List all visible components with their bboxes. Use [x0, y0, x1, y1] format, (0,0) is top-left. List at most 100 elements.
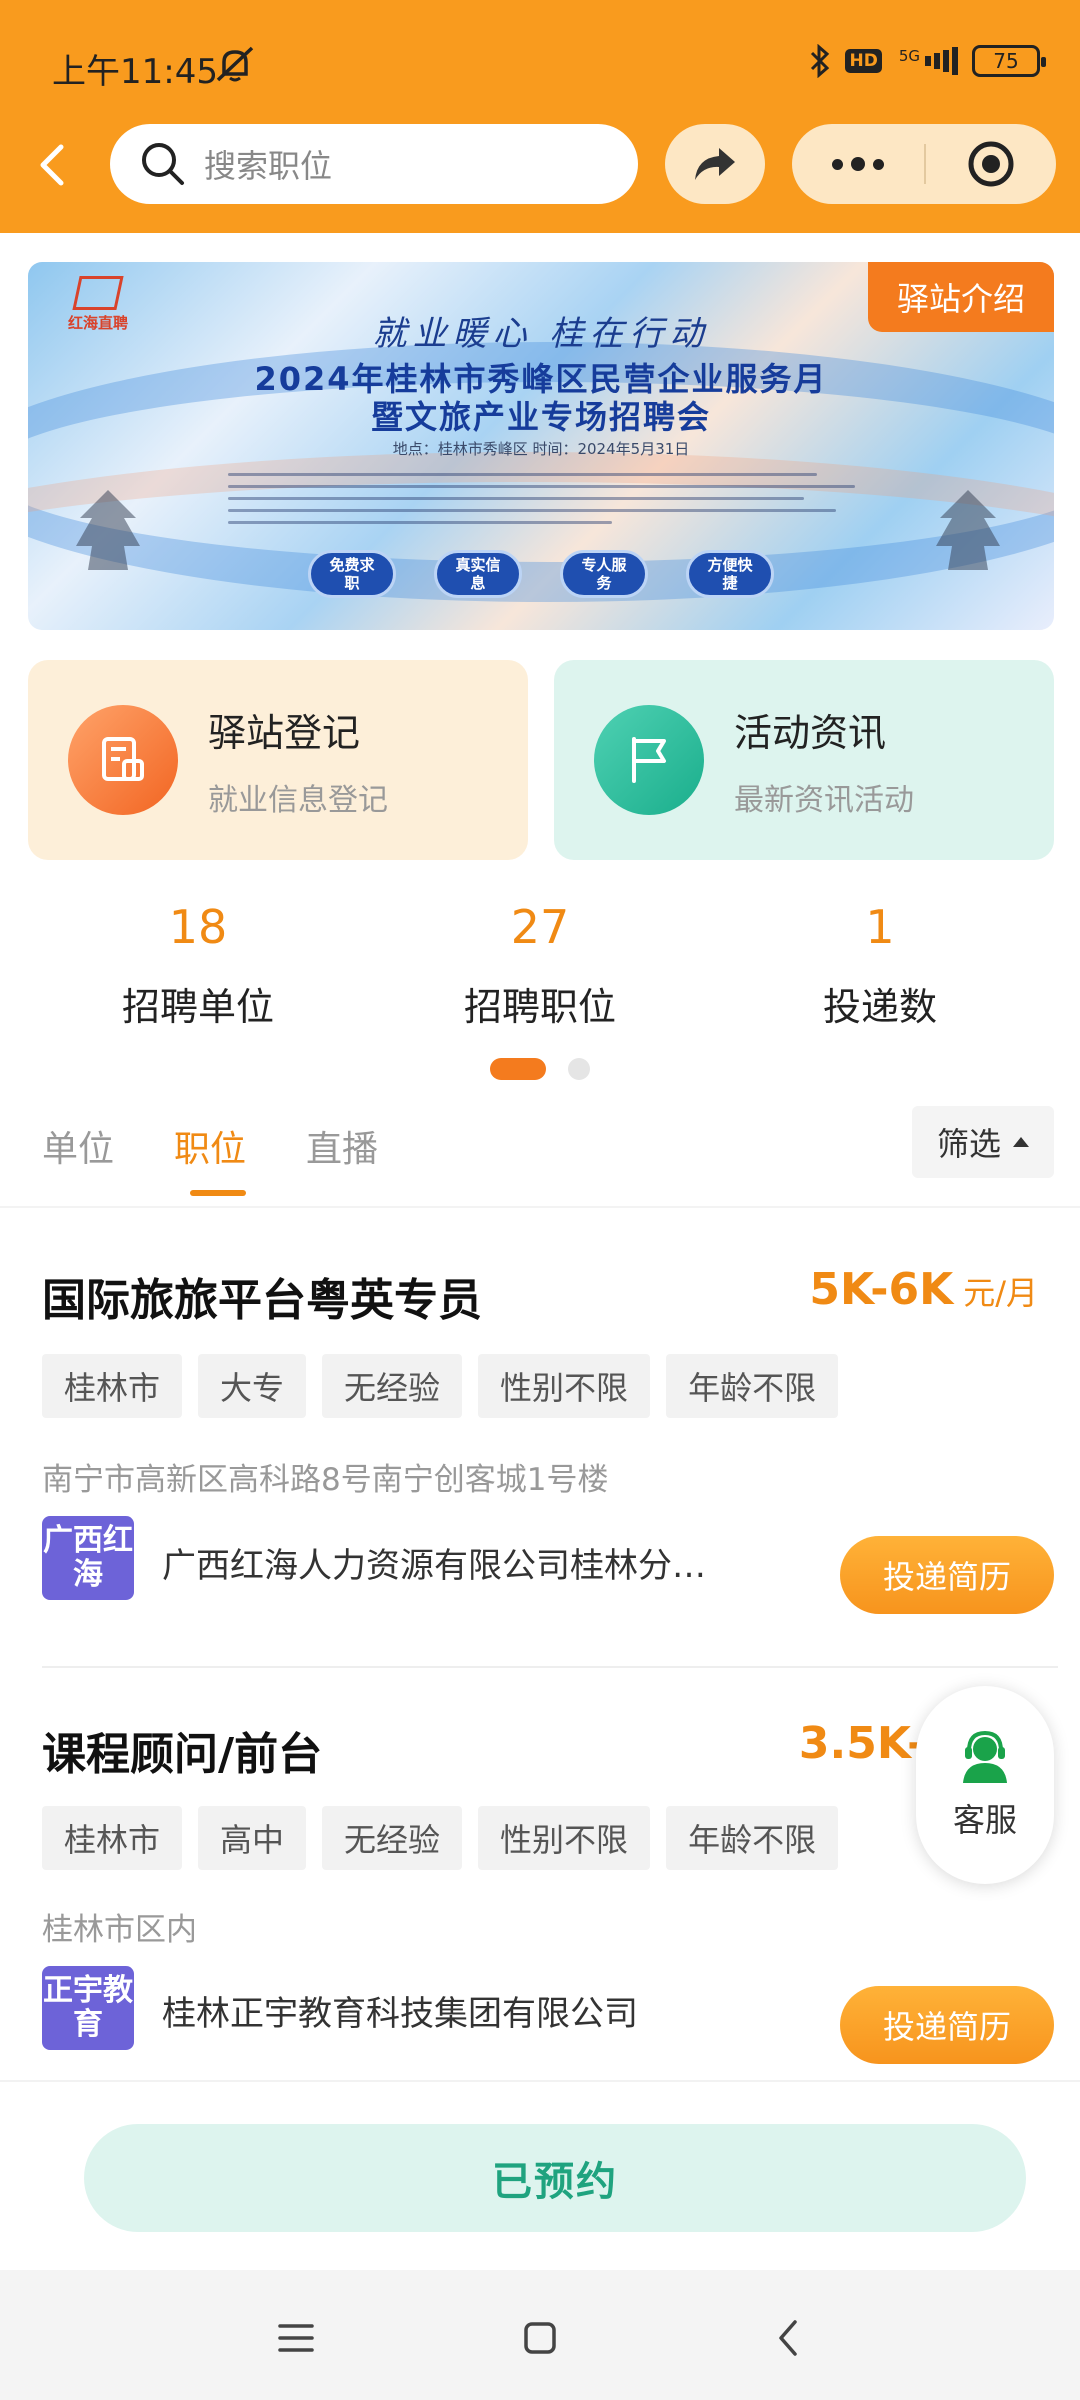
bottom-action-area: 已预约	[0, 2080, 1080, 2272]
stat-label: 招聘单位	[121, 985, 274, 1029]
card-subtitle: 就业信息登记	[208, 782, 388, 818]
tab-positions[interactable]: 职位	[174, 1120, 246, 1172]
register-icon	[68, 705, 178, 815]
stat-value: 27	[510, 900, 570, 954]
banner-badge: 专人服务	[560, 550, 648, 598]
job-tag: 性别不限	[478, 1806, 651, 1870]
company-name: 桂林正宇教育科技集团有限公司	[162, 1994, 638, 2034]
banner-badges: 免费求职 真实信息 专人服务 方便快捷	[28, 550, 1054, 598]
job-title: 课程顾问/前台	[42, 1729, 323, 1780]
card-subtitle: 最新资讯活动	[734, 782, 914, 818]
job-tag: 高中	[198, 1806, 307, 1870]
apply-button[interactable]: 投递简历	[840, 1986, 1054, 2064]
search-icon	[142, 143, 184, 185]
more-button[interactable]	[792, 157, 924, 171]
battery-level: 75	[993, 49, 1019, 73]
back-button[interactable]	[30, 135, 74, 195]
pager-dot	[568, 1058, 590, 1080]
home-button[interactable]	[510, 2308, 570, 2368]
hd-badge: HD	[845, 49, 882, 73]
filter-button[interactable]: 筛选	[912, 1106, 1054, 1178]
tab-active-indicator	[190, 1190, 246, 1196]
company-logo: 正宇教育	[42, 1966, 134, 2050]
banner-badge: 真实信息	[434, 550, 522, 598]
filter-label: 筛选	[936, 1125, 1001, 1163]
salary-unit: 元/月	[963, 1274, 1038, 1312]
promo-banner[interactable]: 红海直聘 驿站介绍 就业暖心 桂在行动 2024年桂林市秀峰区民营企业服务月 暨…	[28, 262, 1054, 630]
job-tag: 年龄不限	[666, 1354, 839, 1418]
square-home-icon	[524, 2322, 556, 2354]
stat-value: 18	[168, 900, 228, 954]
share-arrow-icon	[695, 148, 735, 180]
back-arrow-icon	[40, 144, 64, 186]
banner-slogan: 就业暖心 桂在行动	[372, 314, 710, 354]
job-tags: 桂林市 高中 无经验 性别不限 年龄不限	[42, 1806, 839, 1870]
company-name: 广西红海人力资源有限公司桂林分…	[162, 1546, 706, 1586]
signal-icon: 5G	[896, 47, 958, 75]
search-input[interactable]: 搜索职位	[110, 124, 638, 204]
job-card[interactable]: 课程顾问/前台 3.5K-4 桂林市 高中 无经验 性别不限 年龄不限 桂林市区…	[0, 1668, 1080, 2080]
back-chevron-icon	[779, 2320, 797, 2356]
job-title: 国际旅旅平台粤英专员	[42, 1275, 482, 1326]
banner-subtitle: 暨文旅产业专场招聘会	[370, 398, 711, 436]
menu-lines-icon	[278, 2324, 314, 2352]
more-dot-icon	[832, 158, 843, 170]
job-tag: 桂林市	[42, 1354, 183, 1418]
tab-live[interactable]: 直播	[306, 1120, 378, 1172]
flag-icon	[632, 737, 666, 783]
stat-positions[interactable]: 27 招聘职位	[460, 900, 620, 1031]
job-address: 桂林市区内	[42, 1912, 197, 1948]
document-icon	[102, 737, 144, 781]
recent-apps-button[interactable]	[266, 2308, 326, 2368]
job-tags: 桂林市 大专 无经验 性别不限 年龄不限	[42, 1354, 839, 1418]
apply-button[interactable]: 投递简历	[840, 1536, 1054, 1614]
job-tag: 桂林市	[42, 1806, 183, 1870]
job-tag: 大专	[198, 1354, 307, 1418]
booked-button[interactable]: 已预约	[84, 2124, 1026, 2232]
job-card[interactable]: 国际旅旅平台粤英专员 5K-6K 元/月 桂林市 大专 无经验 性别不限 年龄不限…	[0, 1206, 1080, 1666]
job-salary: 5K-6K 元/月	[809, 1264, 1038, 1315]
news-icon	[594, 705, 704, 815]
stat-label: 投递数	[822, 985, 937, 1029]
job-tag: 无经验	[322, 1806, 463, 1870]
miniapp-capsule	[792, 124, 1056, 204]
system-nav-bar	[0, 2270, 1080, 2400]
job-tag: 年龄不限	[666, 1806, 839, 1870]
app-header: 上午11:45 HD 5G 75 搜索职位	[0, 0, 1080, 233]
target-circle-icon	[968, 141, 1014, 187]
battery-icon: 75	[972, 45, 1046, 77]
service-label: 客服	[952, 1801, 1017, 1839]
status-icons: HD 5G 75	[809, 44, 1046, 78]
pager-dot-active	[490, 1058, 546, 1080]
stat-submissions[interactable]: 1 投递数	[800, 900, 960, 1031]
bluetooth-icon	[811, 44, 830, 78]
headset-person-icon	[963, 1730, 1007, 1783]
close-miniapp-button[interactable]	[926, 139, 1056, 189]
brand-logo-icon	[72, 276, 124, 310]
search-placeholder: 搜索职位	[204, 147, 333, 185]
stat-label: 招聘职位	[463, 985, 616, 1029]
salary-range: 5K-6K	[809, 1264, 954, 1315]
customer-service-button[interactable]: 客服	[916, 1686, 1054, 1884]
job-address: 南宁市高新区高科路8号南宁创客城1号楼	[42, 1462, 609, 1498]
banner-badge: 方便快捷	[686, 550, 774, 598]
triangle-up-icon	[1013, 1137, 1029, 1147]
card-title: 活动资讯	[734, 710, 887, 755]
tab-companies[interactable]: 单位	[42, 1120, 114, 1172]
banner-badge: 免费求职	[308, 550, 396, 598]
job-tag: 无经验	[322, 1354, 463, 1418]
company-logo: 广西红海	[42, 1516, 134, 1600]
banner-info: 地点：桂林市秀峰区 时间：2024年5月31日	[392, 440, 690, 458]
station-register-card[interactable]: 驿站登记 就业信息登记	[28, 660, 528, 860]
card-title: 驿站登记	[208, 710, 361, 755]
pager-dots	[490, 1058, 590, 1080]
stat-companies[interactable]: 18 招聘单位	[118, 900, 278, 1031]
network-type: 5G	[898, 47, 920, 65]
job-tag: 性别不限	[478, 1354, 651, 1418]
stat-value: 1	[865, 900, 895, 954]
system-back-button[interactable]	[758, 2308, 818, 2368]
status-time: 上午11:45	[52, 52, 218, 92]
activity-news-card[interactable]: 活动资讯 最新资讯活动	[554, 660, 1054, 860]
more-dot-icon	[873, 158, 884, 170]
share-button[interactable]	[665, 124, 765, 204]
